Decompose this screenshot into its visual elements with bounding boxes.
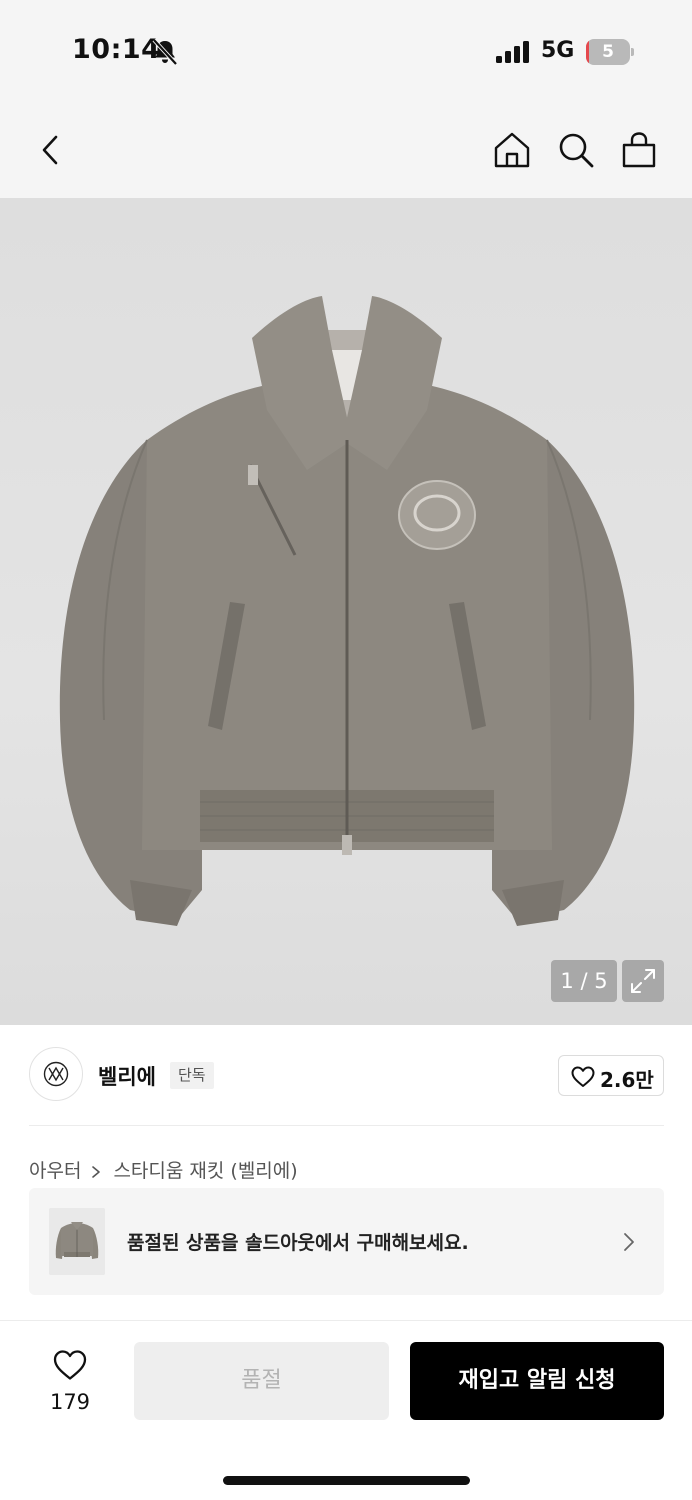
image-counter: 1 / 5: [551, 960, 617, 1002]
back-chevron-icon: [42, 135, 58, 165]
soldout-button[interactable]: 품절: [134, 1342, 389, 1420]
expand-icon: [631, 969, 655, 993]
breadcrumb-product[interactable]: 스타디움 재킷 (벨리에): [113, 1156, 297, 1183]
wishlist-count: 179: [49, 1390, 91, 1414]
product-image-jacket: [59, 296, 635, 926]
heart-outline-icon: [571, 1066, 595, 1087]
home-button[interactable]: [492, 130, 532, 170]
home-icon: [494, 132, 530, 168]
bell-off-icon: [150, 38, 180, 66]
network-type: 5G: [541, 38, 575, 63]
soldout-banner[interactable]: 품절된 상품을 솔드아웃에서 구매해보세요.: [29, 1188, 664, 1295]
breadcrumb: 아우터 스타디움 재킷 (벨리에): [29, 1155, 298, 1183]
brand-like-count: 2.6만: [600, 1068, 654, 1092]
breadcrumb-category[interactable]: 아우터: [29, 1156, 81, 1183]
exclusive-badge: 단독: [170, 1062, 214, 1089]
brand-logo[interactable]: [29, 1047, 83, 1101]
cart-button[interactable]: [619, 130, 659, 170]
brand-logo-icon: [43, 1061, 69, 1087]
bottom-action-bar: 179 품절 재입고 알림 신청: [0, 1320, 692, 1500]
battery-level: 5: [602, 42, 614, 62]
home-indicator[interactable]: [223, 1476, 470, 1485]
product-image-gallery[interactable]: 1 / 5: [0, 198, 692, 1025]
soldout-thumbnail: [49, 1208, 105, 1275]
brand-like-button[interactable]: 2.6만: [558, 1055, 664, 1096]
search-icon: [559, 133, 594, 168]
wishlist-button[interactable]: 179: [40, 1347, 100, 1417]
search-button[interactable]: [556, 130, 596, 170]
status-time: 10:14: [72, 34, 161, 65]
heart-outline-icon: [53, 1350, 87, 1380]
chevron-right-icon: [89, 1162, 107, 1178]
cellular-signal-icon: [496, 40, 532, 64]
divider: [29, 1125, 664, 1126]
restock-alert-button[interactable]: 재입고 알림 신청: [410, 1342, 664, 1420]
battery-icon: 5: [586, 39, 634, 65]
brand-name[interactable]: 벨리에: [98, 1061, 156, 1091]
expand-button[interactable]: [622, 960, 664, 1002]
chevron-right-icon: [619, 1231, 639, 1253]
shopping-bag-icon: [622, 132, 656, 168]
back-button[interactable]: [30, 130, 70, 170]
brand-row: 벨리에 단독 2.6만: [0, 1025, 692, 1125]
status-bar: 10:14 5G 5: [0, 0, 692, 100]
top-nav-bar: [0, 100, 692, 198]
soldout-banner-text: 품절된 상품을 솔드아웃에서 구매해보세요.: [127, 1232, 469, 1254]
